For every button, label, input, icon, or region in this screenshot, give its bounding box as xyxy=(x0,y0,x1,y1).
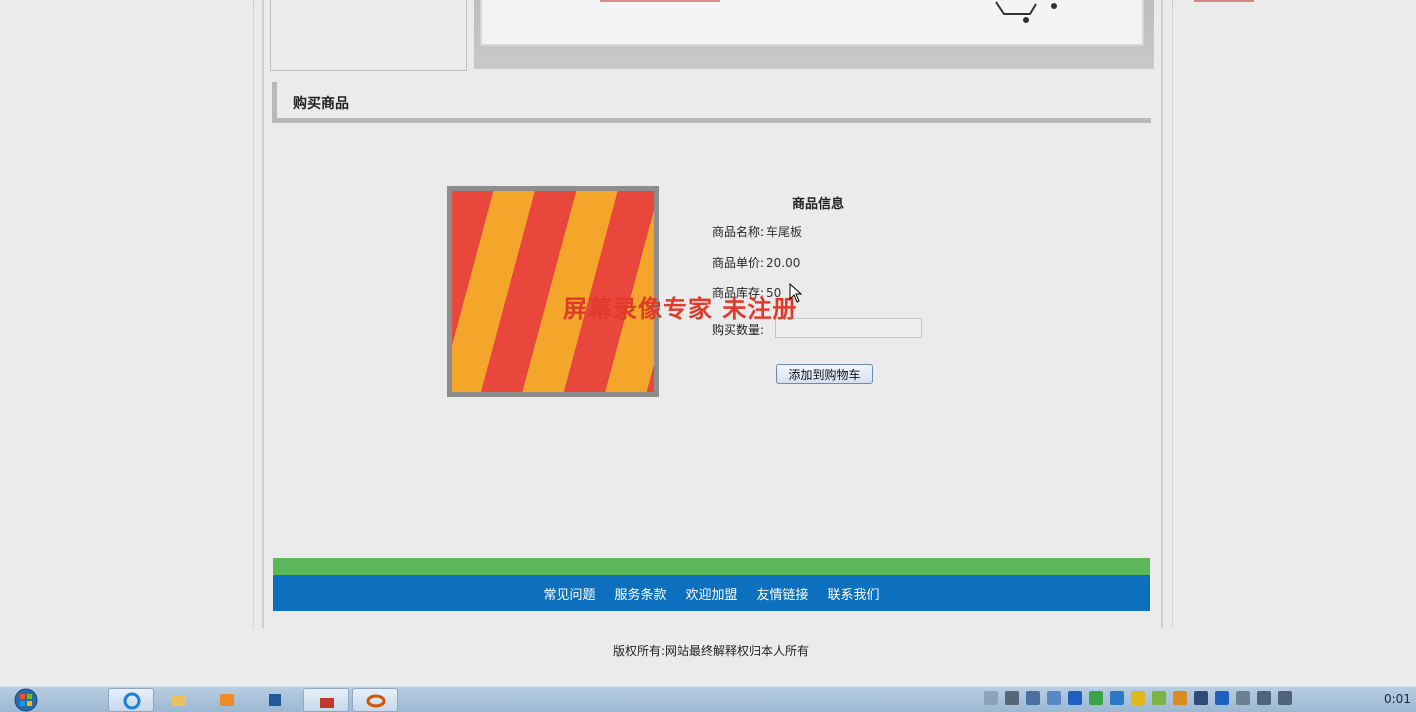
usb-icon[interactable] xyxy=(1236,691,1250,705)
add-to-cart-button[interactable]: 添加到购物车 xyxy=(776,364,873,384)
taskbar: 0:01 xyxy=(0,686,1416,712)
footer-link-faq[interactable]: 常见问题 xyxy=(543,584,595,603)
shield-icon[interactable] xyxy=(1047,691,1061,705)
product-name-value: 车尾板 xyxy=(766,225,803,239)
product-price-label: 商品单价: xyxy=(712,256,765,270)
network-tool-icon[interactable] xyxy=(1005,691,1019,705)
bluetooth-icon[interactable] xyxy=(1215,691,1229,705)
footer-link-join[interactable]: 欢迎加盟 xyxy=(685,584,737,603)
signal-icon[interactable] xyxy=(1257,691,1271,705)
product-name-label: 商品名称: xyxy=(712,225,765,239)
leaf-icon[interactable] xyxy=(1152,691,1166,705)
sidebar-box xyxy=(270,0,467,71)
app-tray-icon[interactable] xyxy=(1110,691,1124,705)
section-header: 购买商品 xyxy=(272,82,1151,123)
product-price-row: 商品单价: 20.00 xyxy=(712,254,800,271)
taskbar-browser-button[interactable] xyxy=(352,688,398,712)
security-icon[interactable] xyxy=(1131,691,1145,705)
quantity-label: 购买数量: xyxy=(712,323,765,337)
app-icon xyxy=(269,694,281,706)
qq-icon[interactable] xyxy=(1173,691,1187,705)
taskbar-explorer-button[interactable] xyxy=(156,688,202,712)
banner-text-fragment xyxy=(1194,0,1254,2)
product-info-title: 商品信息 xyxy=(792,197,845,212)
taskbar-ie-button[interactable] xyxy=(108,688,154,712)
footer-link-contact[interactable]: 联系我们 xyxy=(828,584,880,603)
product-price-value: 20.00 xyxy=(766,256,801,270)
browser-icon xyxy=(366,694,386,708)
page-guide-left xyxy=(253,0,254,628)
top-banner xyxy=(474,0,1254,69)
refresh-icon[interactable] xyxy=(1089,691,1103,705)
explorer-icon xyxy=(172,695,186,706)
banner-text-fragment xyxy=(600,0,720,2)
system-tray xyxy=(984,691,1292,709)
footer-link-terms[interactable]: 服务条款 xyxy=(614,584,666,603)
keyboard-icon[interactable] xyxy=(984,691,998,705)
footer-link-friends[interactable]: 友情链接 xyxy=(757,584,809,603)
start-orb-icon[interactable] xyxy=(6,688,46,712)
copyright-label: 版权所有:网站最终解释权归本人所有 xyxy=(612,644,810,658)
section-title: 购买商品 xyxy=(293,96,349,112)
banner-image xyxy=(480,0,1254,46)
bluetooth-icon[interactable] xyxy=(1068,691,1082,705)
device-icon[interactable] xyxy=(1026,691,1040,705)
shopping-cart-icon xyxy=(995,1,1057,23)
toolbox-icon xyxy=(320,698,334,708)
footer-green-bar xyxy=(273,558,1150,575)
ie-icon xyxy=(123,692,141,710)
taskbar-app-button[interactable] xyxy=(252,688,298,712)
page-guide-right xyxy=(1172,0,1173,628)
taskbar-media-button[interactable] xyxy=(204,688,250,712)
recorder-watermark: 屏幕录像专家 未注册 xyxy=(563,294,798,323)
footer-nav: 常见问题 服务条款 欢迎加盟 友情链接 联系我们 xyxy=(273,575,1150,611)
product-name-row: 商品名称: 车尾板 xyxy=(712,223,802,240)
volume-icon[interactable] xyxy=(1278,691,1292,705)
monitor-icon[interactable] xyxy=(1194,691,1208,705)
media-player-icon xyxy=(220,694,234,706)
system-clock[interactable]: 0:01 xyxy=(1384,692,1411,706)
copyright-text: 版权所有:网站最终解释权归本人所有 xyxy=(0,642,1416,659)
mouse-cursor-icon xyxy=(789,283,803,303)
taskbar-toolbox-button[interactable] xyxy=(303,688,349,712)
